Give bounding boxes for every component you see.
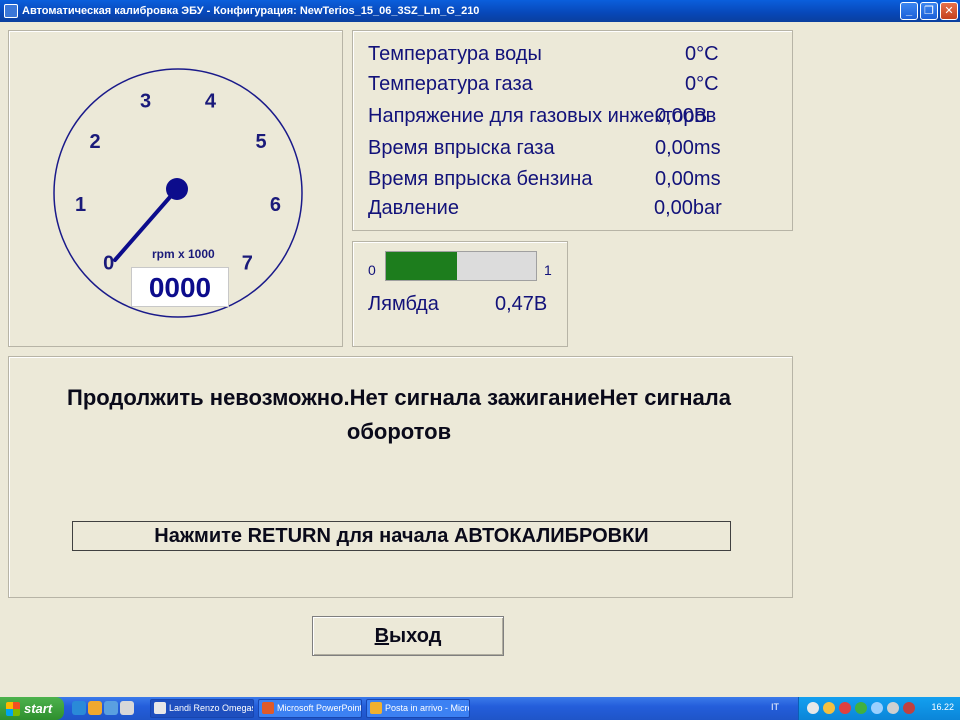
ie-icon[interactable] (72, 701, 86, 715)
task-outlook[interactable]: Posta in arrivo - Micro... (366, 699, 470, 718)
petrol-injection-time-label: Время впрыска бензина (368, 168, 593, 190)
start-button[interactable]: start (0, 697, 64, 720)
exit-button-accel: В (374, 625, 390, 647)
rpm-unit-label: rpm x 1000 (152, 247, 215, 261)
outlook-icon[interactable] (88, 701, 102, 715)
task-label: Posta in arrivo - Micro... (385, 703, 469, 713)
gauge-needle-hub (166, 178, 188, 200)
minimize-button[interactable]: _ (900, 2, 918, 20)
pressure-label: Давление (368, 197, 459, 219)
lambda-min-label: 0 (368, 262, 376, 278)
maximize-button[interactable]: ❐ (920, 2, 938, 20)
gauge-tick-label: 3 (140, 91, 151, 113)
water-temp-value: 0°C (685, 43, 719, 65)
clock: 16.22 (931, 702, 954, 712)
app-icon (4, 4, 18, 18)
tray-alert-icon[interactable] (903, 702, 915, 714)
lambda-panel: 0 1 Лямбда 0,47В (352, 241, 568, 347)
gauge-tick-label: 0 (103, 252, 114, 274)
tray-security-icon[interactable] (823, 702, 835, 714)
water-temp-label: Температура воды (368, 43, 542, 65)
gauge-tick-label: 2 (89, 131, 100, 153)
sensor-info-panel: Температура воды 0°C Температура газа 0°… (352, 30, 793, 231)
desktop-icon[interactable] (120, 701, 134, 715)
task-landi-renzo[interactable]: Landi Renzo Omegas (150, 699, 254, 718)
lambda-bar-fill (386, 252, 457, 280)
gauge-tick-label: 6 (270, 194, 281, 216)
powerpoint-icon (262, 702, 274, 714)
message-panel: Продолжить невозможно.Нет сигнала зажига… (8, 356, 793, 598)
task-powerpoint[interactable]: Microsoft PowerPoint ... (258, 699, 362, 718)
rpm-value: 0000 (131, 267, 229, 307)
task-label: Landi Renzo Omegas (169, 703, 254, 713)
windows-logo-icon (6, 701, 20, 716)
gauge-tick-label: 5 (255, 131, 266, 153)
window-controls: _ ❐ ✕ (900, 2, 958, 20)
window-title: Автоматическая калибровка ЭБУ - Конфигур… (22, 5, 480, 17)
gas-injection-time-value: 0,00ms (655, 137, 721, 159)
petrol-injection-time-value: 0,00ms (655, 168, 721, 190)
gauge-tick-label: 1 (75, 194, 86, 216)
pressure-value: 0,00bar (654, 197, 722, 219)
exit-button[interactable]: Выход (312, 616, 504, 656)
gas-temp-label: Температура газа (368, 73, 533, 95)
lambda-max-label: 1 (544, 262, 552, 278)
title-bar: Автоматическая калибровка ЭБУ - Конфигур… (0, 0, 960, 22)
tray-update-icon[interactable] (855, 702, 867, 714)
media-icon[interactable] (104, 701, 118, 715)
tray-network-icon[interactable] (807, 702, 819, 714)
taskbar: start Landi Renzo Omegas Microsoft Power… (0, 697, 960, 720)
error-message: Продолжить невозможно.Нет сигнала зажига… (67, 385, 731, 444)
gas-temp-value: 0°C (685, 73, 719, 95)
exit-button-label: ыход (389, 625, 442, 647)
tray-antivirus-icon[interactable] (839, 702, 851, 714)
app-window-icon (154, 702, 166, 714)
rpm-gauge-panel: 0 1 2 3 4 5 6 7 rpm x 1000 0000 (8, 30, 343, 347)
injector-voltage-value: 0,00В (655, 105, 708, 127)
close-button[interactable]: ✕ (940, 2, 958, 20)
system-tray: IT 16.22 (771, 697, 960, 720)
start-label: start (24, 701, 53, 716)
gauge-tick-label: 7 (242, 252, 253, 274)
tray-volume-icon[interactable] (887, 702, 899, 714)
language-indicator[interactable]: IT (771, 702, 779, 712)
gauge-tick-label: 4 (205, 91, 217, 113)
gas-injection-time-label: Время впрыска газа (368, 137, 555, 159)
mail-icon (370, 702, 382, 714)
autocalibration-prompt: Нажмите RETURN для начала АВТОКАЛИБРОВКИ (72, 521, 731, 551)
lambda-label: Лямбда (368, 293, 439, 315)
tray-wifi-icon[interactable] (871, 702, 883, 714)
lambda-value: 0,47В (495, 293, 548, 315)
lambda-bar (385, 251, 537, 281)
task-label: Microsoft PowerPoint ... (277, 703, 362, 713)
